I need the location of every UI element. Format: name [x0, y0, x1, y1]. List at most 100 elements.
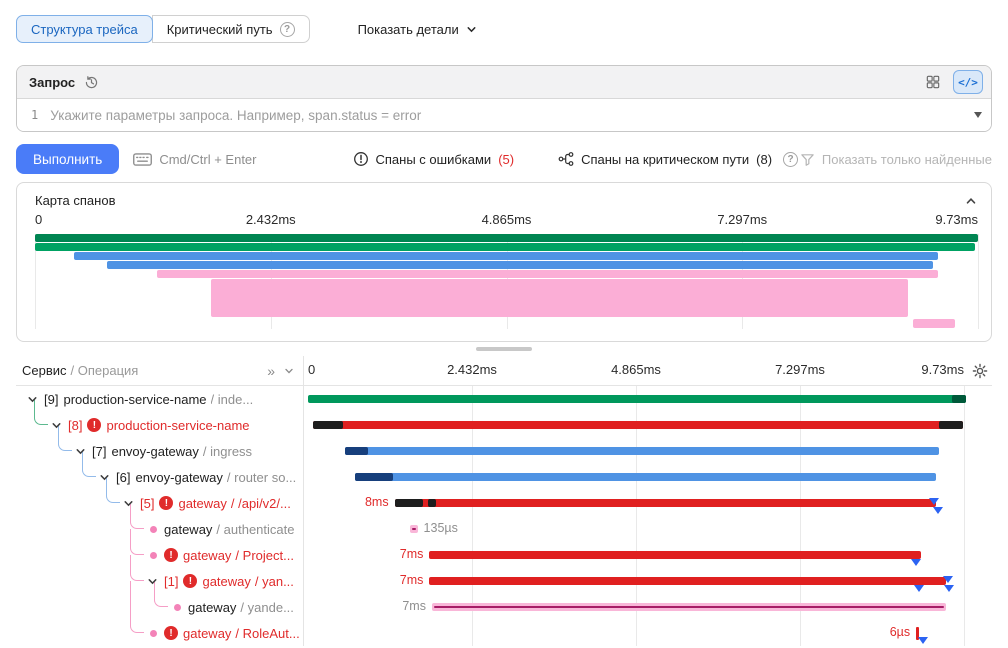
- expander-chevron-icon[interactable]: [50, 419, 66, 432]
- span-self-time-segment: [428, 499, 436, 507]
- tree-header: Сервис / Операция »: [16, 356, 304, 385]
- span-bar[interactable]: [395, 499, 937, 507]
- span-bullet-icon: [150, 552, 157, 559]
- event-marker-icon[interactable]: [944, 585, 954, 592]
- duration-label: 7ms: [402, 599, 426, 613]
- span-bar[interactable]: [313, 421, 963, 429]
- span-tree-row[interactable]: gateway/ authenticate: [16, 516, 303, 542]
- span-tree-row[interactable]: !gateway/ RoleAut...: [16, 620, 303, 646]
- run-query-button[interactable]: Выполнить: [16, 144, 119, 174]
- query-code-mode-button[interactable]: </>: [953, 70, 983, 94]
- query-editor: 1: [17, 99, 991, 131]
- service-name: production-service-name: [106, 418, 249, 433]
- critical-path-spans-stat[interactable]: Спаны на критическом пути (8) ?: [558, 151, 798, 167]
- expand-pane-icon[interactable]: »: [267, 363, 275, 379]
- warning-circle-icon: [353, 151, 369, 167]
- service-name: gateway: [164, 522, 212, 537]
- editor-line-number: 1: [31, 108, 38, 122]
- chevron-up-icon[interactable]: [964, 194, 978, 208]
- service-name: envoy-gateway: [111, 444, 198, 459]
- child-count-badge: [8]: [68, 418, 82, 433]
- event-marker-icon[interactable]: [914, 585, 924, 592]
- critical-path-count: (8): [756, 152, 772, 167]
- event-marker-icon[interactable]: [933, 507, 943, 514]
- operation-name: / /api/v2/...: [231, 496, 291, 511]
- view-mode-tabs: Структура трейса Критический путь ?: [16, 15, 310, 43]
- axis-tick: 9.73ms: [921, 362, 964, 377]
- span-self-time-segment: [952, 395, 966, 403]
- span-bar-core: [412, 528, 416, 530]
- span-bar-core: [434, 606, 944, 608]
- editor-scroll-down-icon[interactable]: [974, 112, 982, 118]
- help-icon[interactable]: ?: [783, 152, 798, 167]
- minimap-bar: [913, 319, 955, 328]
- query-history-icon[interactable]: [84, 75, 99, 90]
- child-count-badge: [6]: [116, 470, 130, 485]
- axis-tick: 4.865ms: [482, 212, 532, 227]
- critical-path-label: Спаны на критическом пути: [581, 152, 749, 167]
- operation-name: / Project...: [235, 548, 294, 563]
- expander-chevron-icon[interactable]: [122, 497, 138, 510]
- query-input[interactable]: [50, 108, 965, 123]
- splitter-drag-handle[interactable]: [476, 347, 532, 351]
- error-icon: !: [164, 626, 178, 640]
- tab-trace-structure[interactable]: Структура трейса: [16, 15, 153, 43]
- collapse-all-icon[interactable]: [283, 365, 295, 377]
- span-self-time-segment: [313, 421, 343, 429]
- error-icon: !: [159, 496, 173, 510]
- tab-critical-path[interactable]: Критический путь ?: [152, 15, 310, 43]
- span-bar[interactable]: [410, 525, 418, 533]
- topbar: Структура трейса Критический путь ? Пока…: [16, 15, 992, 43]
- expander-chevron-icon[interactable]: [74, 445, 90, 458]
- span-self-time-segment: [355, 473, 393, 481]
- help-icon[interactable]: ?: [280, 22, 295, 37]
- show-details-toggle[interactable]: Показать детали: [358, 22, 478, 37]
- axis-tick: 2.432ms: [447, 362, 497, 377]
- span-bar[interactable]: [429, 577, 946, 585]
- axis-tick: 9.73ms: [935, 212, 978, 227]
- span-bar[interactable]: [308, 395, 966, 403]
- event-marker-icon[interactable]: [929, 498, 939, 505]
- query-title: Запрос: [29, 75, 75, 90]
- error-spans-label: Спаны с ошибками: [376, 152, 492, 167]
- axis-tick: 0: [308, 362, 315, 377]
- span-bar[interactable]: [355, 473, 936, 481]
- event-marker-icon[interactable]: [918, 637, 928, 644]
- action-row: Выполнить Cmd/Ctrl + Enter Спаны с ошибк…: [16, 144, 992, 174]
- code-icon: </>: [958, 76, 978, 89]
- gridline: [964, 386, 965, 646]
- span-bar[interactable]: [345, 447, 939, 455]
- service-name: gateway: [202, 574, 250, 589]
- span-bar[interactable]: [429, 551, 921, 559]
- span-bullet-icon: [174, 604, 181, 611]
- query-builder-mode-button[interactable]: [918, 70, 948, 94]
- event-marker-icon[interactable]: [911, 559, 921, 566]
- expander-chevron-icon[interactable]: [98, 471, 114, 484]
- span-tree-row[interactable]: gateway/ yande...: [16, 594, 303, 620]
- minimap-body[interactable]: [35, 234, 978, 329]
- operation-name: / router so...: [227, 470, 296, 485]
- critical-path-icon: [558, 151, 574, 167]
- gear-icon[interactable]: [972, 363, 988, 379]
- panel-splitter: [0, 342, 1008, 356]
- span-tree-row[interactable]: [5]! gateway / /api/v2/...: [16, 490, 303, 516]
- span-tree-row[interactable]: [1]!gateway/ yan...: [16, 568, 303, 594]
- event-marker-icon[interactable]: [943, 576, 953, 583]
- error-spans-stat[interactable]: Спаны с ошибками (5): [353, 151, 515, 167]
- span-tree-row[interactable]: [7]envoy-gateway/ ingress: [16, 438, 303, 464]
- span-tree-row[interactable]: [8]!production-service-name: [16, 412, 303, 438]
- expander-chevron-icon[interactable]: [146, 575, 162, 588]
- span-tree-row[interactable]: !gateway/ Project...: [16, 542, 303, 568]
- span-map-title-row: Карта спанов: [35, 193, 978, 208]
- span-self-time-segment: [395, 499, 424, 507]
- show-only-found-toggle[interactable]: Показать только найденные: [800, 152, 992, 167]
- span-tree-row[interactable]: [9]production-service-name/ inde...: [16, 386, 303, 412]
- span-bar[interactable]: [432, 603, 946, 611]
- shortcut-label: Cmd/Ctrl + Enter: [159, 152, 256, 167]
- tab-critical-path-label: Критический путь: [167, 22, 273, 37]
- service-name: gateway: [178, 496, 226, 511]
- expander-chevron-icon[interactable]: [26, 393, 42, 406]
- span-tree-row[interactable]: [6]envoy-gateway/ router so...: [16, 464, 303, 490]
- child-count-badge: [5]: [140, 496, 154, 511]
- child-count-badge: [9]: [44, 392, 58, 407]
